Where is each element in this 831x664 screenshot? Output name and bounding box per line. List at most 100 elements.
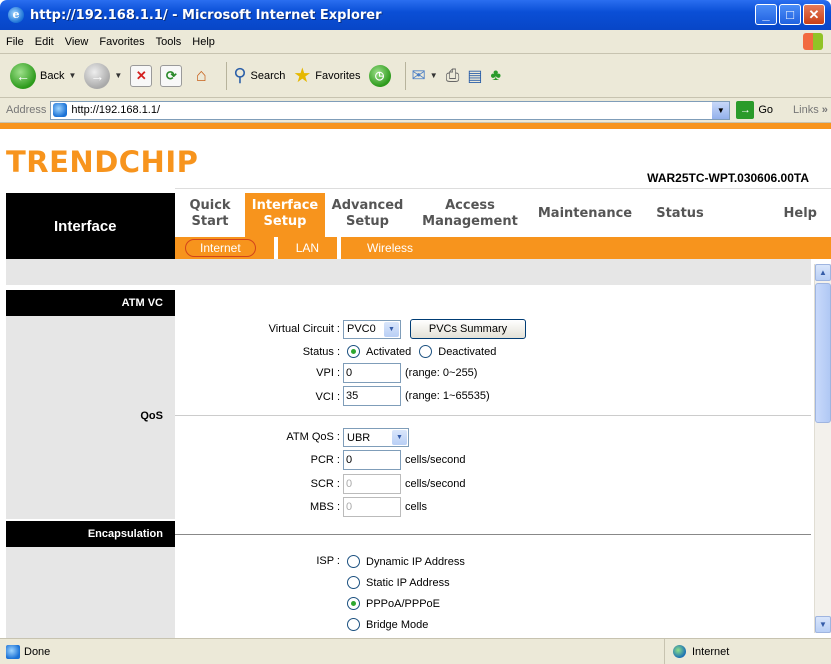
mbs-label: MBS : bbox=[310, 501, 340, 513]
messenger-icon: ♣ bbox=[490, 66, 501, 84]
model-number: WAR25TC-WPT.030606.00TA bbox=[647, 171, 809, 185]
back-button[interactable]: ← Back ▼ bbox=[10, 62, 76, 89]
section-atm-vc: ATM VC bbox=[6, 290, 175, 316]
zone-label: Internet bbox=[692, 645, 730, 658]
tab-quick-start[interactable]: Quick Start bbox=[175, 193, 245, 237]
subtab-internet[interactable]: Internet bbox=[185, 239, 256, 257]
favorites-label: Favorites bbox=[315, 69, 361, 82]
isp-label: ISP : bbox=[316, 555, 340, 567]
minimize-button[interactable]: _ bbox=[755, 4, 777, 25]
go-arrow-icon: → bbox=[736, 101, 755, 119]
address-input[interactable]: http://192.168.1.1/ ▼ bbox=[50, 100, 731, 120]
chevron-down-icon: ▼ bbox=[392, 430, 407, 445]
menu-favorites[interactable]: Favorites bbox=[99, 36, 144, 48]
refresh-icon: ⟳ bbox=[160, 64, 183, 87]
isp-dynamic-ip-radio[interactable] bbox=[347, 555, 360, 568]
isp-static-ip-radio[interactable] bbox=[347, 576, 360, 589]
title-bar: e http://192.168.1.1/ - Microsoft Intern… bbox=[0, 0, 831, 30]
forward-arrow-icon: → bbox=[84, 62, 111, 89]
isp-static-ip-label: Static IP Address bbox=[366, 576, 450, 589]
tab-maintenance[interactable]: Maintenance bbox=[530, 193, 640, 237]
page-icon bbox=[53, 103, 68, 117]
back-label: Back bbox=[40, 69, 65, 82]
mbs-input[interactable]: 0 bbox=[343, 497, 401, 517]
maximize-button[interactable]: □ bbox=[779, 4, 801, 25]
menu-help[interactable]: Help bbox=[192, 36, 215, 48]
forward-button[interactable]: → ▼ bbox=[84, 62, 122, 89]
vci-range-hint: (range: 1~65535) bbox=[405, 390, 490, 402]
menu-file[interactable]: File bbox=[6, 36, 24, 48]
subtab-wireless[interactable]: Wireless bbox=[341, 241, 431, 255]
messenger-button[interactable]: ♣ bbox=[490, 67, 501, 85]
links-button[interactable]: Links » bbox=[793, 104, 828, 116]
status-deactivated-label: Deactivated bbox=[438, 345, 497, 358]
scroll-thumb[interactable] bbox=[815, 283, 831, 423]
subtab-lan[interactable]: LAN bbox=[278, 241, 337, 255]
search-button[interactable]: ⚲ Search bbox=[233, 65, 285, 86]
edit-button[interactable]: ▤ bbox=[467, 66, 482, 86]
address-label: Address bbox=[6, 104, 47, 116]
stop-icon: ✕ bbox=[130, 64, 153, 87]
menu-view[interactable]: View bbox=[65, 36, 89, 48]
close-button[interactable]: ✕ bbox=[803, 4, 825, 25]
tab-access-management[interactable]: Access Management bbox=[410, 193, 530, 237]
pvcs-summary-button[interactable]: PVCs Summary bbox=[410, 319, 526, 339]
isp-pppoa-pppoe-label: PPPoA/PPPoE bbox=[366, 597, 440, 610]
address-bar: Address http://192.168.1.1/ ▼ → Go Links… bbox=[0, 98, 831, 123]
virtual-circuit-select[interactable]: PVC0 ▼ bbox=[343, 319, 401, 339]
chevron-down-icon[interactable]: ▼ bbox=[712, 101, 730, 119]
mbs-unit: cells bbox=[405, 501, 428, 513]
brand-logo: TRENDCHIP bbox=[6, 145, 199, 179]
isp-bridge-mode-radio[interactable] bbox=[347, 618, 360, 631]
chevron-down-icon[interactable]: ▼ bbox=[114, 71, 122, 80]
sub-tabs: Internet LAN Wireless bbox=[175, 237, 831, 259]
isp-pppoa-pppoe-radio[interactable] bbox=[347, 597, 360, 610]
scr-label: SCR : bbox=[310, 478, 340, 490]
tab-advanced-setup[interactable]: Advanced Setup bbox=[325, 193, 410, 237]
stop-button[interactable]: ✕ bbox=[130, 64, 153, 87]
status-activated-radio[interactable] bbox=[347, 345, 360, 358]
history-button[interactable]: ◷ bbox=[368, 64, 391, 87]
toolbar: ← Back ▼ → ▼ ✕ ⟳ ⌂ ⚲ Search ★ Favorites … bbox=[0, 54, 831, 98]
section-encapsulation: Encapsulation bbox=[6, 521, 175, 547]
vci-label: VCI : bbox=[315, 391, 340, 403]
go-button[interactable]: → Go bbox=[736, 101, 773, 119]
menu-bar: File Edit View Favorites Tools Help bbox=[0, 30, 831, 54]
page-done-icon bbox=[6, 644, 20, 659]
pcr-input[interactable]: 0 bbox=[343, 450, 401, 470]
atm-qos-select[interactable]: UBR ▼ bbox=[343, 428, 409, 447]
home-button[interactable]: ⌂ bbox=[190, 65, 212, 87]
status-activated-label: Activated bbox=[366, 345, 412, 358]
links-label: Links bbox=[793, 104, 819, 116]
left-column bbox=[6, 547, 175, 638]
chevron-down-icon[interactable]: ▼ bbox=[68, 71, 76, 80]
refresh-button[interactable]: ⟳ bbox=[160, 64, 183, 87]
chevron-down-icon[interactable]: ▼ bbox=[430, 71, 438, 80]
print-button[interactable]: ⎙ bbox=[446, 66, 460, 86]
page-scrollbar[interactable]: ▲ ▼ bbox=[814, 264, 831, 633]
favorites-button[interactable]: ★ Favorites bbox=[293, 63, 360, 88]
tab-interface-setup[interactable]: Interface Setup bbox=[245, 193, 325, 237]
vci-input[interactable]: 35 bbox=[343, 386, 401, 406]
links-more-icon: » bbox=[821, 104, 828, 116]
header-divider bbox=[175, 188, 831, 189]
menu-tools[interactable]: Tools bbox=[156, 36, 182, 48]
tab-help[interactable]: Help bbox=[720, 193, 831, 237]
address-url: http://192.168.1.1/ bbox=[71, 104, 161, 116]
scroll-up-icon[interactable]: ▲ bbox=[815, 264, 831, 281]
scr-input[interactable]: 0 bbox=[343, 474, 401, 494]
toolbar-separator bbox=[226, 61, 228, 90]
scroll-down-icon[interactable]: ▼ bbox=[815, 616, 831, 633]
globe-icon bbox=[673, 645, 686, 658]
mail-button[interactable]: ✉ ▼ bbox=[412, 66, 438, 86]
edit-page-icon: ▤ bbox=[467, 67, 483, 85]
vpi-input[interactable]: 0 bbox=[343, 363, 401, 383]
tab-status[interactable]: Status bbox=[640, 193, 720, 237]
menu-edit[interactable]: Edit bbox=[35, 36, 54, 48]
search-icon: ⚲ bbox=[233, 65, 247, 85]
window-title: http://192.168.1.1/ - Microsoft Internet… bbox=[30, 7, 382, 23]
ie-logo-icon: e bbox=[8, 7, 24, 23]
history-icon: ◷ bbox=[368, 64, 391, 87]
status-deactivated-radio[interactable] bbox=[419, 345, 433, 358]
atm-qos-value: UBR bbox=[347, 431, 371, 444]
